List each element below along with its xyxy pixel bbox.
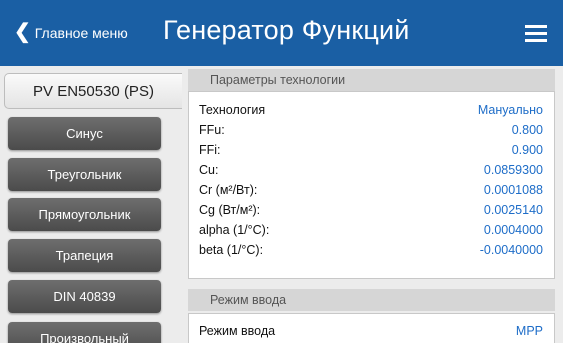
param-value[interactable]: -0.0040000 bbox=[480, 241, 543, 259]
param-row-alpha[interactable]: alpha (1/°C): 0.0004000 bbox=[199, 221, 543, 239]
hamburger-menu-icon[interactable] bbox=[525, 25, 547, 42]
param-value[interactable]: 0.800 bbox=[512, 121, 543, 139]
app-header: ❮ Главное меню Генератор Функций bbox=[0, 0, 563, 66]
param-label: alpha (1/°C): bbox=[199, 223, 270, 237]
param-value[interactable]: Мануально bbox=[478, 101, 543, 119]
param-label: FFu: bbox=[199, 123, 225, 137]
param-value[interactable]: 0.0004000 bbox=[484, 221, 543, 239]
param-value[interactable]: MPP bbox=[516, 322, 543, 340]
param-label: Cg (Вт/м²): bbox=[199, 203, 261, 217]
sidebar-item-label: Прямоугольник bbox=[38, 207, 131, 222]
sidebar-item-pv-en50530[interactable]: PV EN50530 (PS) bbox=[4, 73, 182, 109]
param-label: Cr (м²/Вт): bbox=[199, 183, 258, 197]
sidebar-item-label: Произвольный bbox=[40, 331, 129, 343]
param-row-cr[interactable]: Cr (м²/Вт): 0.0001088 bbox=[199, 181, 543, 199]
sidebar-item-din-40839[interactable]: DIN 40839 bbox=[8, 280, 161, 313]
sidebar-item-rectangle[interactable]: Прямоугольник bbox=[8, 198, 161, 231]
param-row-ffi[interactable]: FFi: 0.900 bbox=[199, 141, 543, 159]
param-value[interactable]: 0.900 bbox=[512, 141, 543, 159]
param-row-cu[interactable]: Cu: 0.0859300 bbox=[199, 161, 543, 179]
param-label: beta (1/°C): bbox=[199, 243, 264, 257]
sidebar-item-label: Синус bbox=[66, 126, 103, 141]
sidebar-item-triangle[interactable]: Треугольник bbox=[8, 158, 161, 191]
back-to-main-menu-button[interactable]: ❮ Главное меню bbox=[14, 21, 128, 43]
param-row-technology[interactable]: Технология Мануально bbox=[199, 101, 543, 119]
input-mode-panel: Режим ввода MPP bbox=[188, 313, 555, 343]
sidebar-item-sine[interactable]: Синус bbox=[8, 117, 161, 150]
back-button-label: Главное меню bbox=[34, 25, 128, 41]
param-row-input-mode[interactable]: Режим ввода MPP bbox=[199, 322, 543, 340]
param-row-beta[interactable]: beta (1/°C): -0.0040000 bbox=[199, 241, 543, 259]
sidebar-item-arbitrary[interactable]: Произвольный bbox=[8, 322, 161, 343]
chevron-left-icon: ❮ bbox=[14, 21, 31, 43]
input-mode-header: Режим ввода bbox=[188, 289, 555, 311]
page-title: Генератор Функций bbox=[163, 15, 410, 45]
param-label: Режим ввода bbox=[199, 324, 276, 338]
tech-params-header: Параметры технологии bbox=[188, 69, 555, 91]
param-value[interactable]: 0.0025140 bbox=[484, 201, 543, 219]
param-value[interactable]: 0.0859300 bbox=[484, 161, 543, 179]
param-label: Технология bbox=[199, 103, 266, 117]
tech-params-panel: Технология Мануально FFu: 0.800 FFi: 0.9… bbox=[188, 91, 555, 279]
settings-content: Параметры технологии Технология Мануальн… bbox=[182, 66, 563, 343]
sidebar-item-label: Трапеция bbox=[55, 248, 114, 263]
param-row-cg[interactable]: Cg (Вт/м²): 0.0025140 bbox=[199, 201, 543, 219]
param-label: FFi: bbox=[199, 143, 221, 157]
sidebar-item-label: PV EN50530 (PS) bbox=[33, 82, 154, 100]
sidebar-item-trapezoid[interactable]: Трапеция bbox=[8, 239, 161, 272]
param-value[interactable]: 0.0001088 bbox=[484, 181, 543, 199]
param-row-ffu[interactable]: FFu: 0.800 bbox=[199, 121, 543, 139]
function-sidebar: PV EN50530 (PS) Синус Треугольник Прямоу… bbox=[0, 66, 182, 343]
sidebar-item-label: DIN 40839 bbox=[53, 289, 116, 304]
sidebar-item-label: Треугольник bbox=[47, 167, 122, 182]
param-label: Cu: bbox=[199, 163, 219, 177]
